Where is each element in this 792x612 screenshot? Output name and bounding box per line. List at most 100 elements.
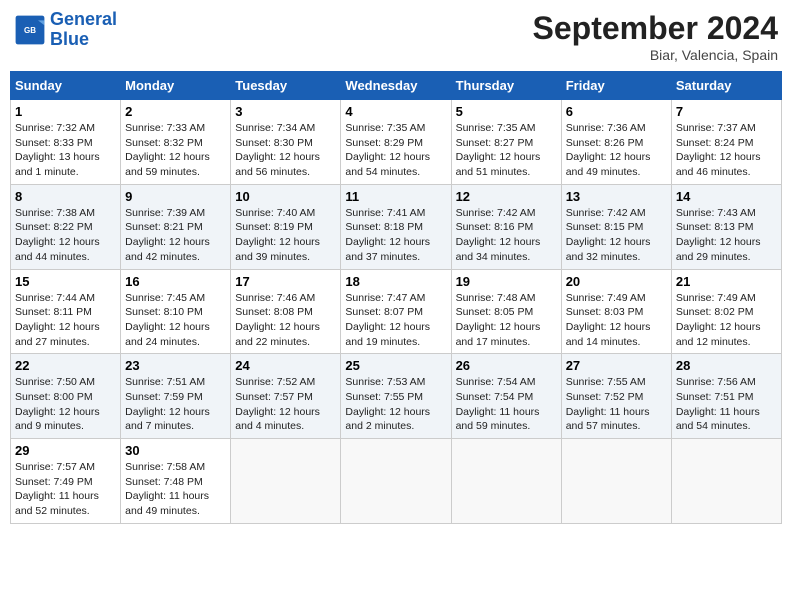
day-info: Sunrise: 7:39 AM Sunset: 8:21 PM Dayligh… [125,206,226,265]
day-number: 2 [125,104,226,119]
header-saturday: Saturday [671,72,781,100]
day-number: 27 [566,358,667,373]
day-cell: 26 Sunrise: 7:54 AM Sunset: 7:54 PM Dayli… [451,354,561,439]
calendar-header: SundayMondayTuesdayWednesdayThursdayFrid… [11,72,782,100]
day-cell: 30 Sunrise: 7:58 AM Sunset: 7:48 PM Dayli… [121,439,231,524]
day-info: Sunrise: 7:35 AM Sunset: 8:27 PM Dayligh… [456,121,557,180]
day-cell: 13Sunrise: 7:42 AM Sunset: 8:15 PM Dayli… [561,184,671,269]
day-cell: 24Sunrise: 7:52 AM Sunset: 7:57 PM Dayli… [231,354,341,439]
day-cell: 2 Sunrise: 7:33 AM Sunset: 8:32 PM Daylig… [121,100,231,185]
day-cell: 7Sunrise: 7:37 AM Sunset: 8:24 PM Daylig… [671,100,781,185]
day-info: Sunrise: 7:32 AM Sunset: 8:33 PM Dayligh… [15,121,116,180]
day-cell: 21 Sunrise: 7:49 AM Sunset: 8:02 PM Dayli… [671,269,781,354]
logo-icon: GB [14,14,46,46]
day-number: 30 [125,443,226,458]
day-cell: 27Sunrise: 7:55 AM Sunset: 7:52 PM Dayli… [561,354,671,439]
day-cell: 11 Sunrise: 7:41 AM Sunset: 8:18 PM Dayli… [341,184,451,269]
day-cell [561,439,671,524]
day-info: Sunrise: 7:54 AM Sunset: 7:54 PM Dayligh… [456,375,557,434]
day-info: Sunrise: 7:38 AM Sunset: 8:22 PM Dayligh… [15,206,116,265]
header-sunday: Sunday [11,72,121,100]
day-number: 22 [15,358,116,373]
week-row-4: 29 Sunrise: 7:57 AM Sunset: 7:49 PM Dayli… [11,439,782,524]
day-cell: 17 Sunrise: 7:46 AM Sunset: 8:08 PM Dayli… [231,269,341,354]
day-info: Sunrise: 7:56 AM Sunset: 7:51 PM Dayligh… [676,375,777,434]
day-info: Sunrise: 7:49 AM Sunset: 8:03 PM Dayligh… [566,291,667,350]
page-header: GB General Blue September 2024 Biar, Val… [10,10,782,63]
day-info: Sunrise: 7:51 AM Sunset: 7:59 PM Dayligh… [125,375,226,434]
day-cell: 15 Sunrise: 7:44 AM Sunset: 8:11 PM Dayli… [11,269,121,354]
week-row-3: 22Sunrise: 7:50 AM Sunset: 8:00 PM Dayli… [11,354,782,439]
location-subtitle: Biar, Valencia, Spain [533,47,778,63]
day-number: 7 [676,104,777,119]
day-cell: 29 Sunrise: 7:57 AM Sunset: 7:49 PM Dayli… [11,439,121,524]
day-info: Sunrise: 7:34 AM Sunset: 8:30 PM Dayligh… [235,121,336,180]
day-cell: 8Sunrise: 7:38 AM Sunset: 8:22 PM Daylig… [11,184,121,269]
day-cell: 19 Sunrise: 7:48 AM Sunset: 8:05 PM Dayli… [451,269,561,354]
day-info: Sunrise: 7:46 AM Sunset: 8:08 PM Dayligh… [235,291,336,350]
logo: GB General Blue [14,10,117,50]
header-thursday: Thursday [451,72,561,100]
day-number: 10 [235,189,336,204]
day-number: 17 [235,274,336,289]
header-tuesday: Tuesday [231,72,341,100]
week-row-2: 15 Sunrise: 7:44 AM Sunset: 8:11 PM Dayli… [11,269,782,354]
day-number: 11 [345,189,446,204]
title-block: September 2024 Biar, Valencia, Spain [533,10,778,63]
day-cell: 12 Sunrise: 7:42 AM Sunset: 8:16 PM Dayli… [451,184,561,269]
day-info: Sunrise: 7:41 AM Sunset: 8:18 PM Dayligh… [345,206,446,265]
day-info: Sunrise: 7:35 AM Sunset: 8:29 PM Dayligh… [345,121,446,180]
day-info: Sunrise: 7:49 AM Sunset: 8:02 PM Dayligh… [676,291,777,350]
day-info: Sunrise: 7:58 AM Sunset: 7:48 PM Dayligh… [125,460,226,519]
day-cell [671,439,781,524]
day-number: 5 [456,104,557,119]
day-number: 19 [456,274,557,289]
day-number: 12 [456,189,557,204]
day-info: Sunrise: 7:44 AM Sunset: 8:11 PM Dayligh… [15,291,116,350]
day-number: 16 [125,274,226,289]
day-number: 26 [456,358,557,373]
month-title: September 2024 [533,10,778,47]
day-info: Sunrise: 7:33 AM Sunset: 8:32 PM Dayligh… [125,121,226,180]
day-number: 25 [345,358,446,373]
day-info: Sunrise: 7:57 AM Sunset: 7:49 PM Dayligh… [15,460,116,519]
day-cell: 9Sunrise: 7:39 AM Sunset: 8:21 PM Daylig… [121,184,231,269]
day-number: 3 [235,104,336,119]
day-cell: 18 Sunrise: 7:47 AM Sunset: 8:07 PM Dayli… [341,269,451,354]
day-info: Sunrise: 7:42 AM Sunset: 8:16 PM Dayligh… [456,206,557,265]
day-cell: 16 Sunrise: 7:45 AM Sunset: 8:10 PM Dayli… [121,269,231,354]
day-info: Sunrise: 7:48 AM Sunset: 8:05 PM Dayligh… [456,291,557,350]
header-friday: Friday [561,72,671,100]
day-cell: 6 Sunrise: 7:36 AM Sunset: 8:26 PM Daylig… [561,100,671,185]
day-info: Sunrise: 7:47 AM Sunset: 8:07 PM Dayligh… [345,291,446,350]
day-number: 20 [566,274,667,289]
week-row-1: 8Sunrise: 7:38 AM Sunset: 8:22 PM Daylig… [11,184,782,269]
day-number: 14 [676,189,777,204]
day-info: Sunrise: 7:40 AM Sunset: 8:19 PM Dayligh… [235,206,336,265]
calendar-body: 1Sunrise: 7:32 AM Sunset: 8:33 PM Daylig… [11,100,782,524]
day-info: Sunrise: 7:36 AM Sunset: 8:26 PM Dayligh… [566,121,667,180]
day-info: Sunrise: 7:43 AM Sunset: 8:13 PM Dayligh… [676,206,777,265]
day-info: Sunrise: 7:42 AM Sunset: 8:15 PM Dayligh… [566,206,667,265]
day-number: 6 [566,104,667,119]
day-info: Sunrise: 7:45 AM Sunset: 8:10 PM Dayligh… [125,291,226,350]
svg-text:GB: GB [24,26,36,35]
day-number: 29 [15,443,116,458]
day-info: Sunrise: 7:53 AM Sunset: 7:55 PM Dayligh… [345,375,446,434]
day-cell [231,439,341,524]
day-cell: 20 Sunrise: 7:49 AM Sunset: 8:03 PM Dayli… [561,269,671,354]
day-cell: 1Sunrise: 7:32 AM Sunset: 8:33 PM Daylig… [11,100,121,185]
day-number: 15 [15,274,116,289]
day-number: 4 [345,104,446,119]
day-cell: 23Sunrise: 7:51 AM Sunset: 7:59 PM Dayli… [121,354,231,439]
calendar-table: SundayMondayTuesdayWednesdayThursdayFrid… [10,71,782,524]
day-cell [341,439,451,524]
day-cell: 28 Sunrise: 7:56 AM Sunset: 7:51 PM Dayli… [671,354,781,439]
day-number: 24 [235,358,336,373]
day-number: 28 [676,358,777,373]
logo-text: General Blue [50,10,117,50]
day-number: 21 [676,274,777,289]
day-number: 18 [345,274,446,289]
day-cell [451,439,561,524]
day-cell: 22Sunrise: 7:50 AM Sunset: 8:00 PM Dayli… [11,354,121,439]
